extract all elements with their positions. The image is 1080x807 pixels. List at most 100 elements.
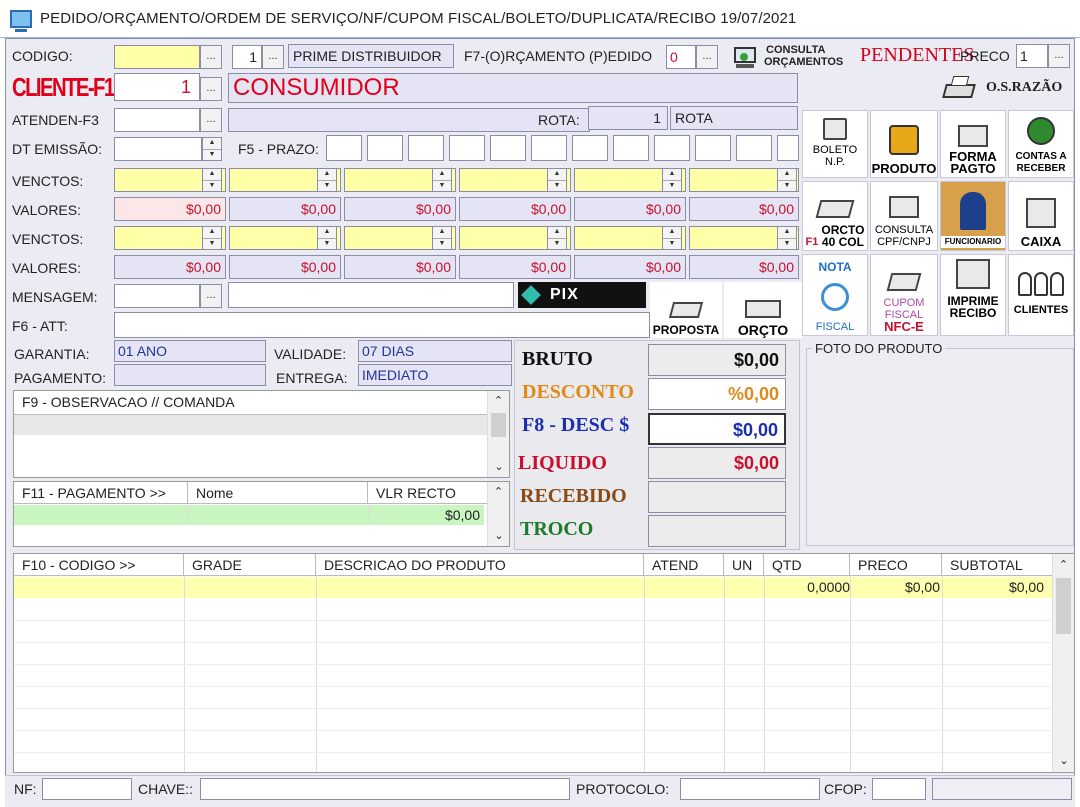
cfop-input[interactable] (872, 778, 926, 800)
prazo-field-6[interactable] (531, 135, 567, 161)
pagamento-value[interactable] (114, 364, 266, 386)
products-header-subtotal[interactable]: SUBTOTAL (942, 554, 1052, 576)
prazo-field-5[interactable] (490, 135, 526, 161)
valor-2-3[interactable]: $0,00 (344, 255, 456, 279)
vencto-2-4-spinner[interactable]: ▲ ▼ (547, 226, 567, 250)
pagamento-header-vlr[interactable]: VLR RECTO (368, 482, 488, 504)
pix-button[interactable]: PIX (518, 282, 646, 308)
boleto-button[interactable]: BOLETO N.P. (802, 110, 868, 178)
price-table-input[interactable]: 1 (232, 45, 262, 69)
pagamento-row[interactable]: $0,00 (14, 505, 484, 525)
pagamento-header-nome[interactable]: Nome (188, 482, 368, 504)
dt-emissao-input[interactable] (114, 137, 202, 161)
orcamento-lookup-button[interactable]: ... (696, 45, 718, 69)
cliente-code-input[interactable]: 1 (114, 73, 200, 101)
products-header-grade[interactable]: GRADE (184, 554, 316, 576)
valor-1-3[interactable]: $0,00 (344, 197, 456, 221)
desconto-input[interactable]: %0,00 (648, 378, 786, 410)
pendentes-button[interactable]: PENDENTES (860, 44, 974, 67)
valor-2-5[interactable]: $0,00 (574, 255, 686, 279)
prazo-field-3[interactable] (408, 135, 444, 161)
vencto-2-2-spinner[interactable]: ▲ ▼ (317, 226, 337, 250)
valor-1-6[interactable]: $0,00 (689, 197, 799, 221)
cupom-fiscal-button[interactable]: CUPOM FISCAL NFC-E (870, 254, 938, 336)
valor-1-1[interactable]: $0,00 (114, 197, 226, 221)
pagamento-grid[interactable]: F11 - PAGAMENTO >> Nome VLR RECTO $0,00 … (13, 481, 510, 547)
valor-2-6[interactable]: $0,00 (689, 255, 799, 279)
dt-emissao-spinner[interactable]: ▲ ▼ (202, 137, 222, 161)
products-header-un[interactable]: UN (724, 554, 764, 576)
valor-2-4[interactable]: $0,00 (459, 255, 571, 279)
printer-icon[interactable] (940, 74, 980, 104)
products-grid[interactable]: F10 - CODIGO >> GRADE DESCRICAO DO PRODU… (13, 553, 1075, 773)
prazo-field-1[interactable] (326, 135, 362, 161)
nota-fiscal-button[interactable]: NOTA FISCAL (802, 254, 868, 336)
vencto-1-3-spinner[interactable]: ▲ ▼ (432, 168, 452, 192)
products-header-descricao[interactable]: DESCRICAO DO PRODUTO (316, 554, 644, 576)
products-header-preco[interactable]: PRECO (850, 554, 942, 576)
preco-lookup-button[interactable]: ... (1048, 44, 1070, 68)
products-scroll-thumb[interactable] (1056, 578, 1071, 634)
consulta-orcamentos-icon[interactable] (732, 44, 758, 70)
valor-2-1[interactable]: $0,00 (114, 255, 226, 279)
contas-receber-button[interactable]: CONTAS A RECEBER (1008, 110, 1074, 178)
observacao-panel[interactable]: F9 - OBSERVACAO // COMANDA ⌃ ⌄ (13, 390, 510, 478)
preco-input[interactable]: 1 (1016, 44, 1048, 68)
atenden-input[interactable] (114, 108, 200, 132)
vencto-1-6-spinner[interactable]: ▲ ▼ (777, 168, 797, 192)
pagamento-scrollbar[interactable]: ⌃ ⌄ (487, 482, 509, 546)
products-header-atend[interactable]: ATEND (644, 554, 724, 576)
vencto-2-1-spinner[interactable]: ▲ ▼ (202, 226, 222, 250)
prazo-field-12[interactable] (777, 135, 799, 161)
prazo-field-10[interactable] (695, 135, 731, 161)
os-razao-button[interactable]: O.S.RAZÃO (986, 80, 1062, 96)
consulta-cpf-button[interactable]: CONSULTA CPF/CNPJ (870, 181, 938, 251)
cliente-lookup-button[interactable]: ... (200, 77, 222, 101)
mensagem-code-input[interactable] (114, 284, 200, 308)
caixa-button[interactable]: CAIXA (1008, 181, 1074, 251)
vencto-2-6-spinner[interactable]: ▲ ▼ (777, 226, 797, 250)
vencto-1-1-spinner[interactable]: ▲ ▼ (202, 168, 222, 192)
products-header-codigo[interactable]: F10 - CODIGO >> (14, 554, 184, 576)
imprime-recibo-button[interactable]: IMPRIME RECIBO (940, 254, 1006, 336)
valor-1-4[interactable]: $0,00 (459, 197, 571, 221)
pagamento-header-codigo[interactable]: F11 - PAGAMENTO >> (14, 482, 188, 504)
prazo-field-2[interactable] (367, 135, 403, 161)
consulta-orcamentos-button[interactable]: CONSULTA ORÇAMENTOS (764, 44, 860, 70)
codigo-input[interactable] (114, 45, 200, 69)
price-table-lookup-button[interactable]: ... (262, 45, 284, 69)
products-header-qtd[interactable]: QTD (764, 554, 850, 576)
proposta-button[interactable]: PROPOSTA (650, 282, 722, 338)
codigo-lookup-button[interactable]: ... (200, 45, 222, 69)
vencto-1-2-spinner[interactable]: ▲ ▼ (317, 168, 337, 192)
mensagem-text-input[interactable] (228, 282, 514, 308)
prazo-field-11[interactable] (736, 135, 772, 161)
vencto-1-4-spinner[interactable]: ▲ ▼ (547, 168, 567, 192)
forma-pagto-button[interactable]: FORMA PAGTO (940, 110, 1006, 178)
observacao-scrollbar[interactable]: ⌃ ⌄ (487, 391, 509, 477)
vencto-2-3-spinner[interactable]: ▲ ▼ (432, 226, 452, 250)
recebido-input[interactable] (648, 481, 786, 513)
products-row-selected[interactable]: 0,0000 $0,00 $0,00 (14, 577, 1052, 598)
desc-valor-input[interactable]: $0,00 (648, 413, 786, 445)
protocolo-input[interactable] (680, 778, 820, 800)
valor-1-5[interactable]: $0,00 (574, 197, 686, 221)
produto-button[interactable]: PRODUTO (870, 110, 938, 178)
orcto-40col-button[interactable]: F1 ORCTO 40 COL (802, 181, 868, 251)
att-input[interactable] (114, 312, 650, 338)
mensagem-lookup-button[interactable]: ... (200, 284, 222, 308)
prazo-field-7[interactable] (572, 135, 608, 161)
valor-1-2[interactable]: $0,00 (229, 197, 341, 221)
valor-2-2[interactable]: $0,00 (229, 255, 341, 279)
entrega-value[interactable]: IMEDIATO (358, 364, 512, 386)
products-scrollbar[interactable]: ⌃ ⌄ (1052, 554, 1074, 772)
chave-input[interactable] (200, 778, 570, 800)
orcto-button[interactable]: ORÇTO (724, 282, 802, 338)
orcamento-pedido-input[interactable]: 0 (666, 45, 696, 69)
prazo-field-4[interactable] (449, 135, 485, 161)
atenden-lookup-button[interactable]: ... (200, 108, 222, 132)
vencto-2-5-spinner[interactable]: ▲ ▼ (662, 226, 682, 250)
prazo-field-9[interactable] (654, 135, 690, 161)
garantia-value[interactable]: 01 ANO (114, 340, 266, 362)
funcionario-button[interactable]: FUNCIONARIO (940, 181, 1006, 251)
